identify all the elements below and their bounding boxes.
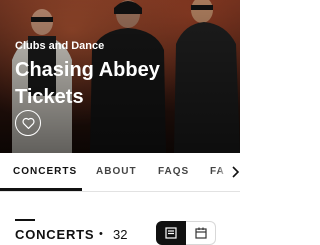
calendar-icon (194, 227, 207, 239)
tab-faqs[interactable]: FAQS (158, 166, 189, 177)
page-title: Chasing Abbey Tickets (15, 59, 160, 108)
tab-about[interactable]: ABOUT (96, 166, 137, 177)
tabs-scroll-button[interactable] (218, 153, 240, 191)
hero-banner: Clubs and Dance Chasing Abbey Tickets (0, 0, 240, 153)
tab-concerts[interactable]: CONCERTS (13, 166, 77, 177)
heart-icon (21, 117, 35, 129)
tab-bar: CONCERTS ABOUT FAQS FA (0, 153, 240, 192)
section-accent-bar (15, 219, 35, 221)
category-label: Clubs and Dance (15, 40, 105, 52)
list-icon (165, 227, 177, 239)
section-separator: • (99, 228, 103, 240)
chevron-right-icon (232, 166, 240, 178)
active-tab-indicator (0, 188, 82, 191)
list-view-button[interactable] (156, 221, 186, 245)
calendar-view-button[interactable] (186, 221, 216, 245)
favorite-button[interactable] (15, 110, 41, 136)
